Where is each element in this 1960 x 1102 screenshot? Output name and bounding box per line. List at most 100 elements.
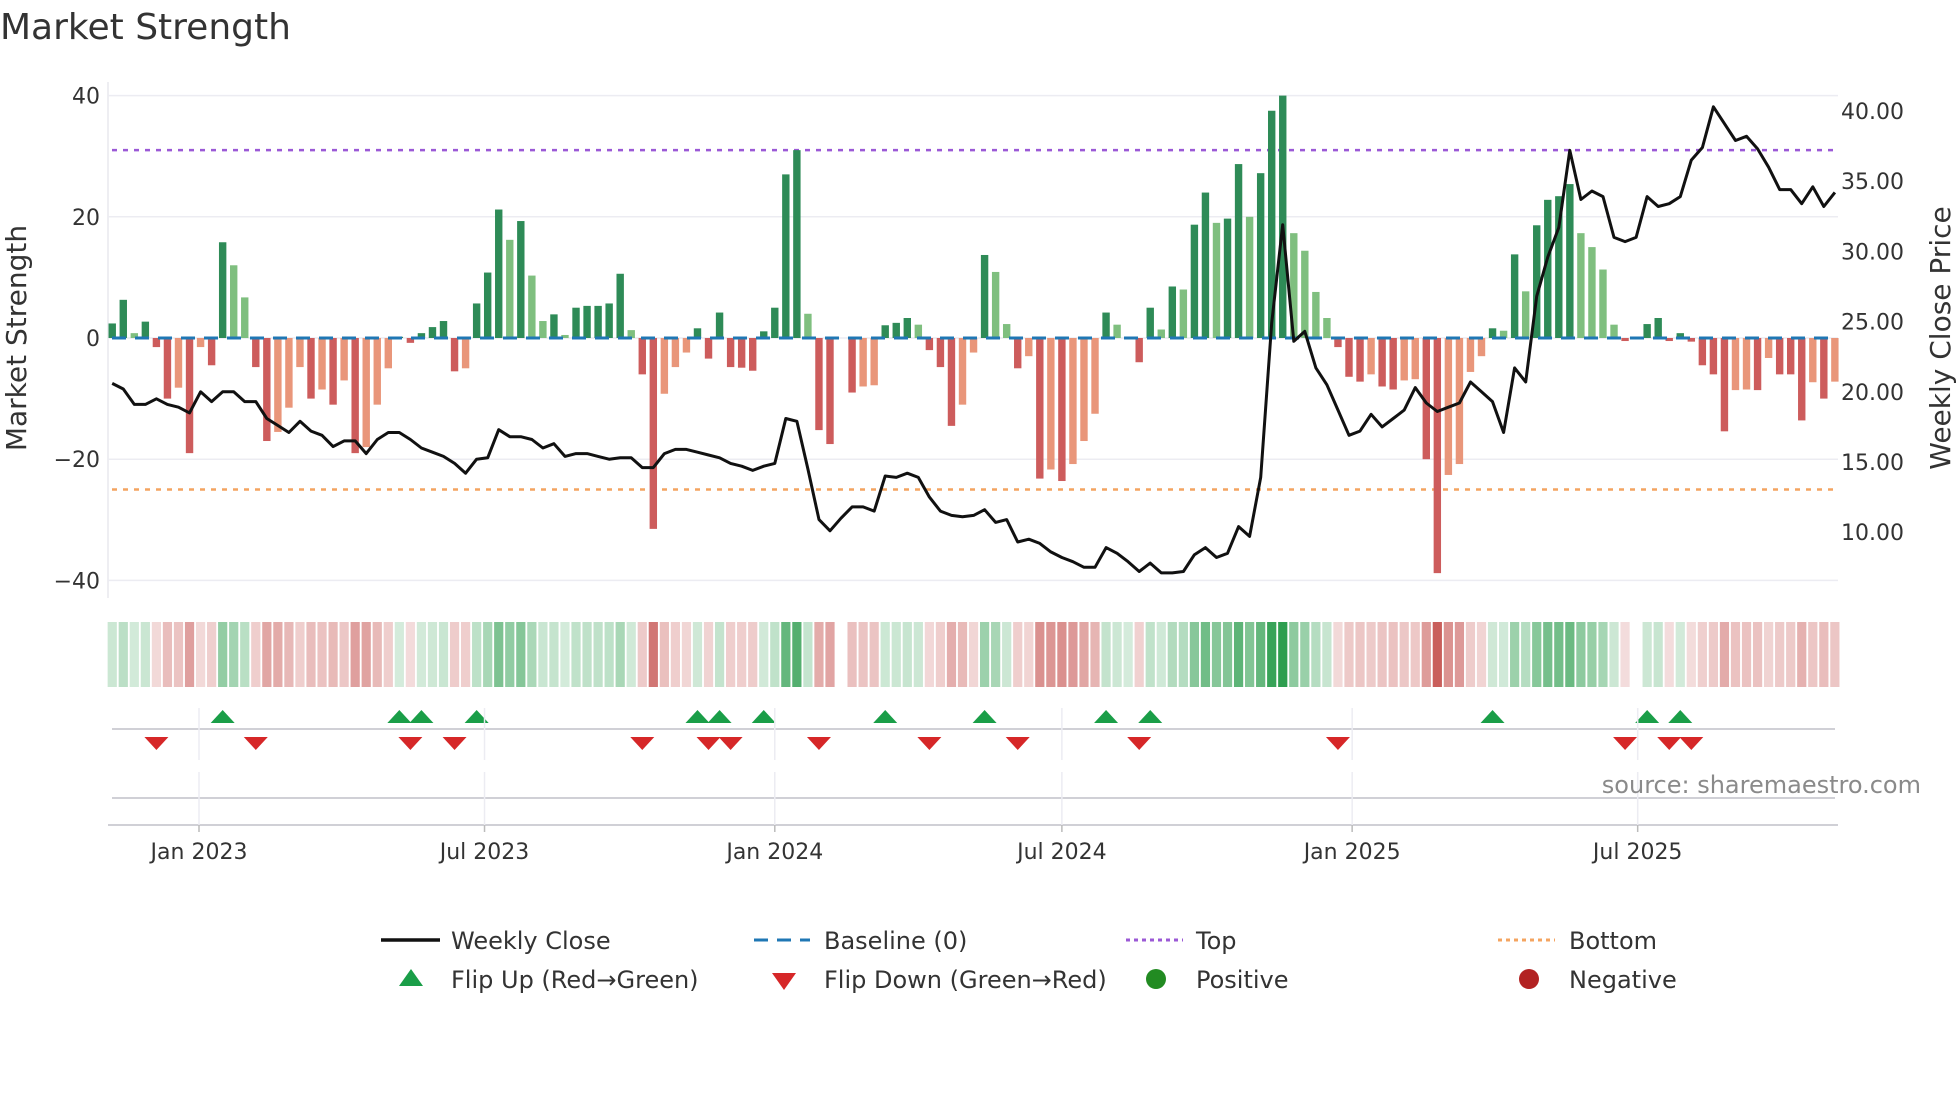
flip-down-marker [1325,737,1350,750]
strength-bar [638,338,646,375]
strength-bar [991,271,1000,338]
y-tick-label: −20 [54,448,100,473]
strength-cell [427,622,438,687]
legend-label: Top [1195,927,1237,955]
strength-cell [1145,622,1155,687]
strength-cell [902,622,912,687]
strength-cell [913,622,923,687]
strength-bar [285,338,293,408]
strength-cell [593,622,603,687]
legend-item-bottom: Bottom [1498,927,1657,955]
strength-cell [1167,622,1177,687]
strength-cell [339,622,349,687]
strength-cell [681,622,692,687]
x-axis: Jan 2023 Jul 2023 Jan 2024 Jul 2024 Jan 2025… [108,708,1838,865]
strength-cell [483,622,493,687]
flip-up-marker [685,710,710,723]
flip-up-marker [1668,710,1693,723]
strength-bar [1367,338,1375,375]
strength-bar [483,272,492,338]
strength-cell [1421,622,1431,687]
strength-cell [847,622,857,687]
strength-cell [118,622,128,687]
strength-cell [979,622,990,687]
flip-up-marker [1094,710,1119,723]
strength-cell [1432,622,1442,687]
flip-down-marker [696,737,721,750]
strength-cell [538,622,548,687]
strength-cell [1521,622,1531,687]
strength-cell [1068,622,1078,687]
strength-bar [903,318,911,338]
strength-bar [1356,338,1364,382]
strength-cell [1178,622,1188,687]
strength-cell [207,622,217,687]
strength-cell [1289,622,1299,687]
strength-cell [1598,622,1608,687]
strength-bar [715,312,724,338]
strength-bar [1599,269,1607,338]
strength-cell [1510,622,1520,687]
strength-bar [163,338,172,399]
strength-cell [1664,622,1674,687]
strength-cell [1498,622,1509,687]
legend-item-baseline: Baseline (0) [754,927,967,955]
strength-bar [1102,312,1110,338]
strength-bar [737,338,746,368]
strength-bar [1753,338,1762,391]
strength-cell [814,622,824,687]
strength-cell [350,622,360,687]
strength-bar [495,209,503,338]
strength-cell [1454,622,1465,687]
strength-bar [1091,338,1099,414]
strength-bar [726,338,735,368]
y2-tick-label: 40.00 [1841,100,1904,125]
strength-bar [384,338,392,369]
strength-bar [1378,338,1386,387]
strength-cell [516,622,526,687]
strength-bar [1256,173,1265,338]
y-axis-ticks: 40 20 0 −20 −40 [54,85,100,595]
flip-up-marker [972,710,997,723]
strength-cell [1565,622,1575,687]
strength-cell [251,622,261,687]
strength-bar [771,307,779,338]
strength-bar [925,338,934,351]
strength-bar [1168,286,1177,338]
strength-bar [1047,338,1055,470]
strength-cell [405,622,415,687]
flip-up-marker [873,710,898,723]
flip-up-marker [1635,710,1660,723]
strength-cell [1399,622,1409,687]
flip-down-marker [442,737,467,750]
chart-title: Market Strength [0,7,291,48]
strength-bar [958,338,967,405]
strength-cell [759,622,769,687]
strength-cell [792,622,802,687]
strength-cell [394,622,404,687]
strength-cell [1708,622,1718,687]
strength-cell [262,622,272,687]
strength-bar [296,338,304,368]
strength-bar [1621,338,1629,342]
strength-bar [351,338,359,454]
strength-cell [1620,622,1630,687]
y-tick-label: 0 [86,327,100,352]
strength-bar [472,303,481,338]
strength-cell [1830,622,1840,687]
strength-bar [848,338,856,393]
strength-cell [372,622,382,687]
strength-bar [1798,338,1806,421]
strength-cell [1532,622,1542,687]
strength-bar [649,338,658,529]
legend-item-flip-up: Flip Up (Red→Green) [399,966,699,994]
strength-bar [185,338,194,454]
flip-up-marker [751,710,776,723]
strength-cell [173,622,184,687]
strength-cell [1267,622,1277,687]
x-tick-label: Jul 2024 [1015,840,1107,865]
strength-cell [770,622,780,687]
strength-bar [141,321,150,338]
strength-bar [1588,247,1596,338]
strength-bar [1146,307,1154,338]
